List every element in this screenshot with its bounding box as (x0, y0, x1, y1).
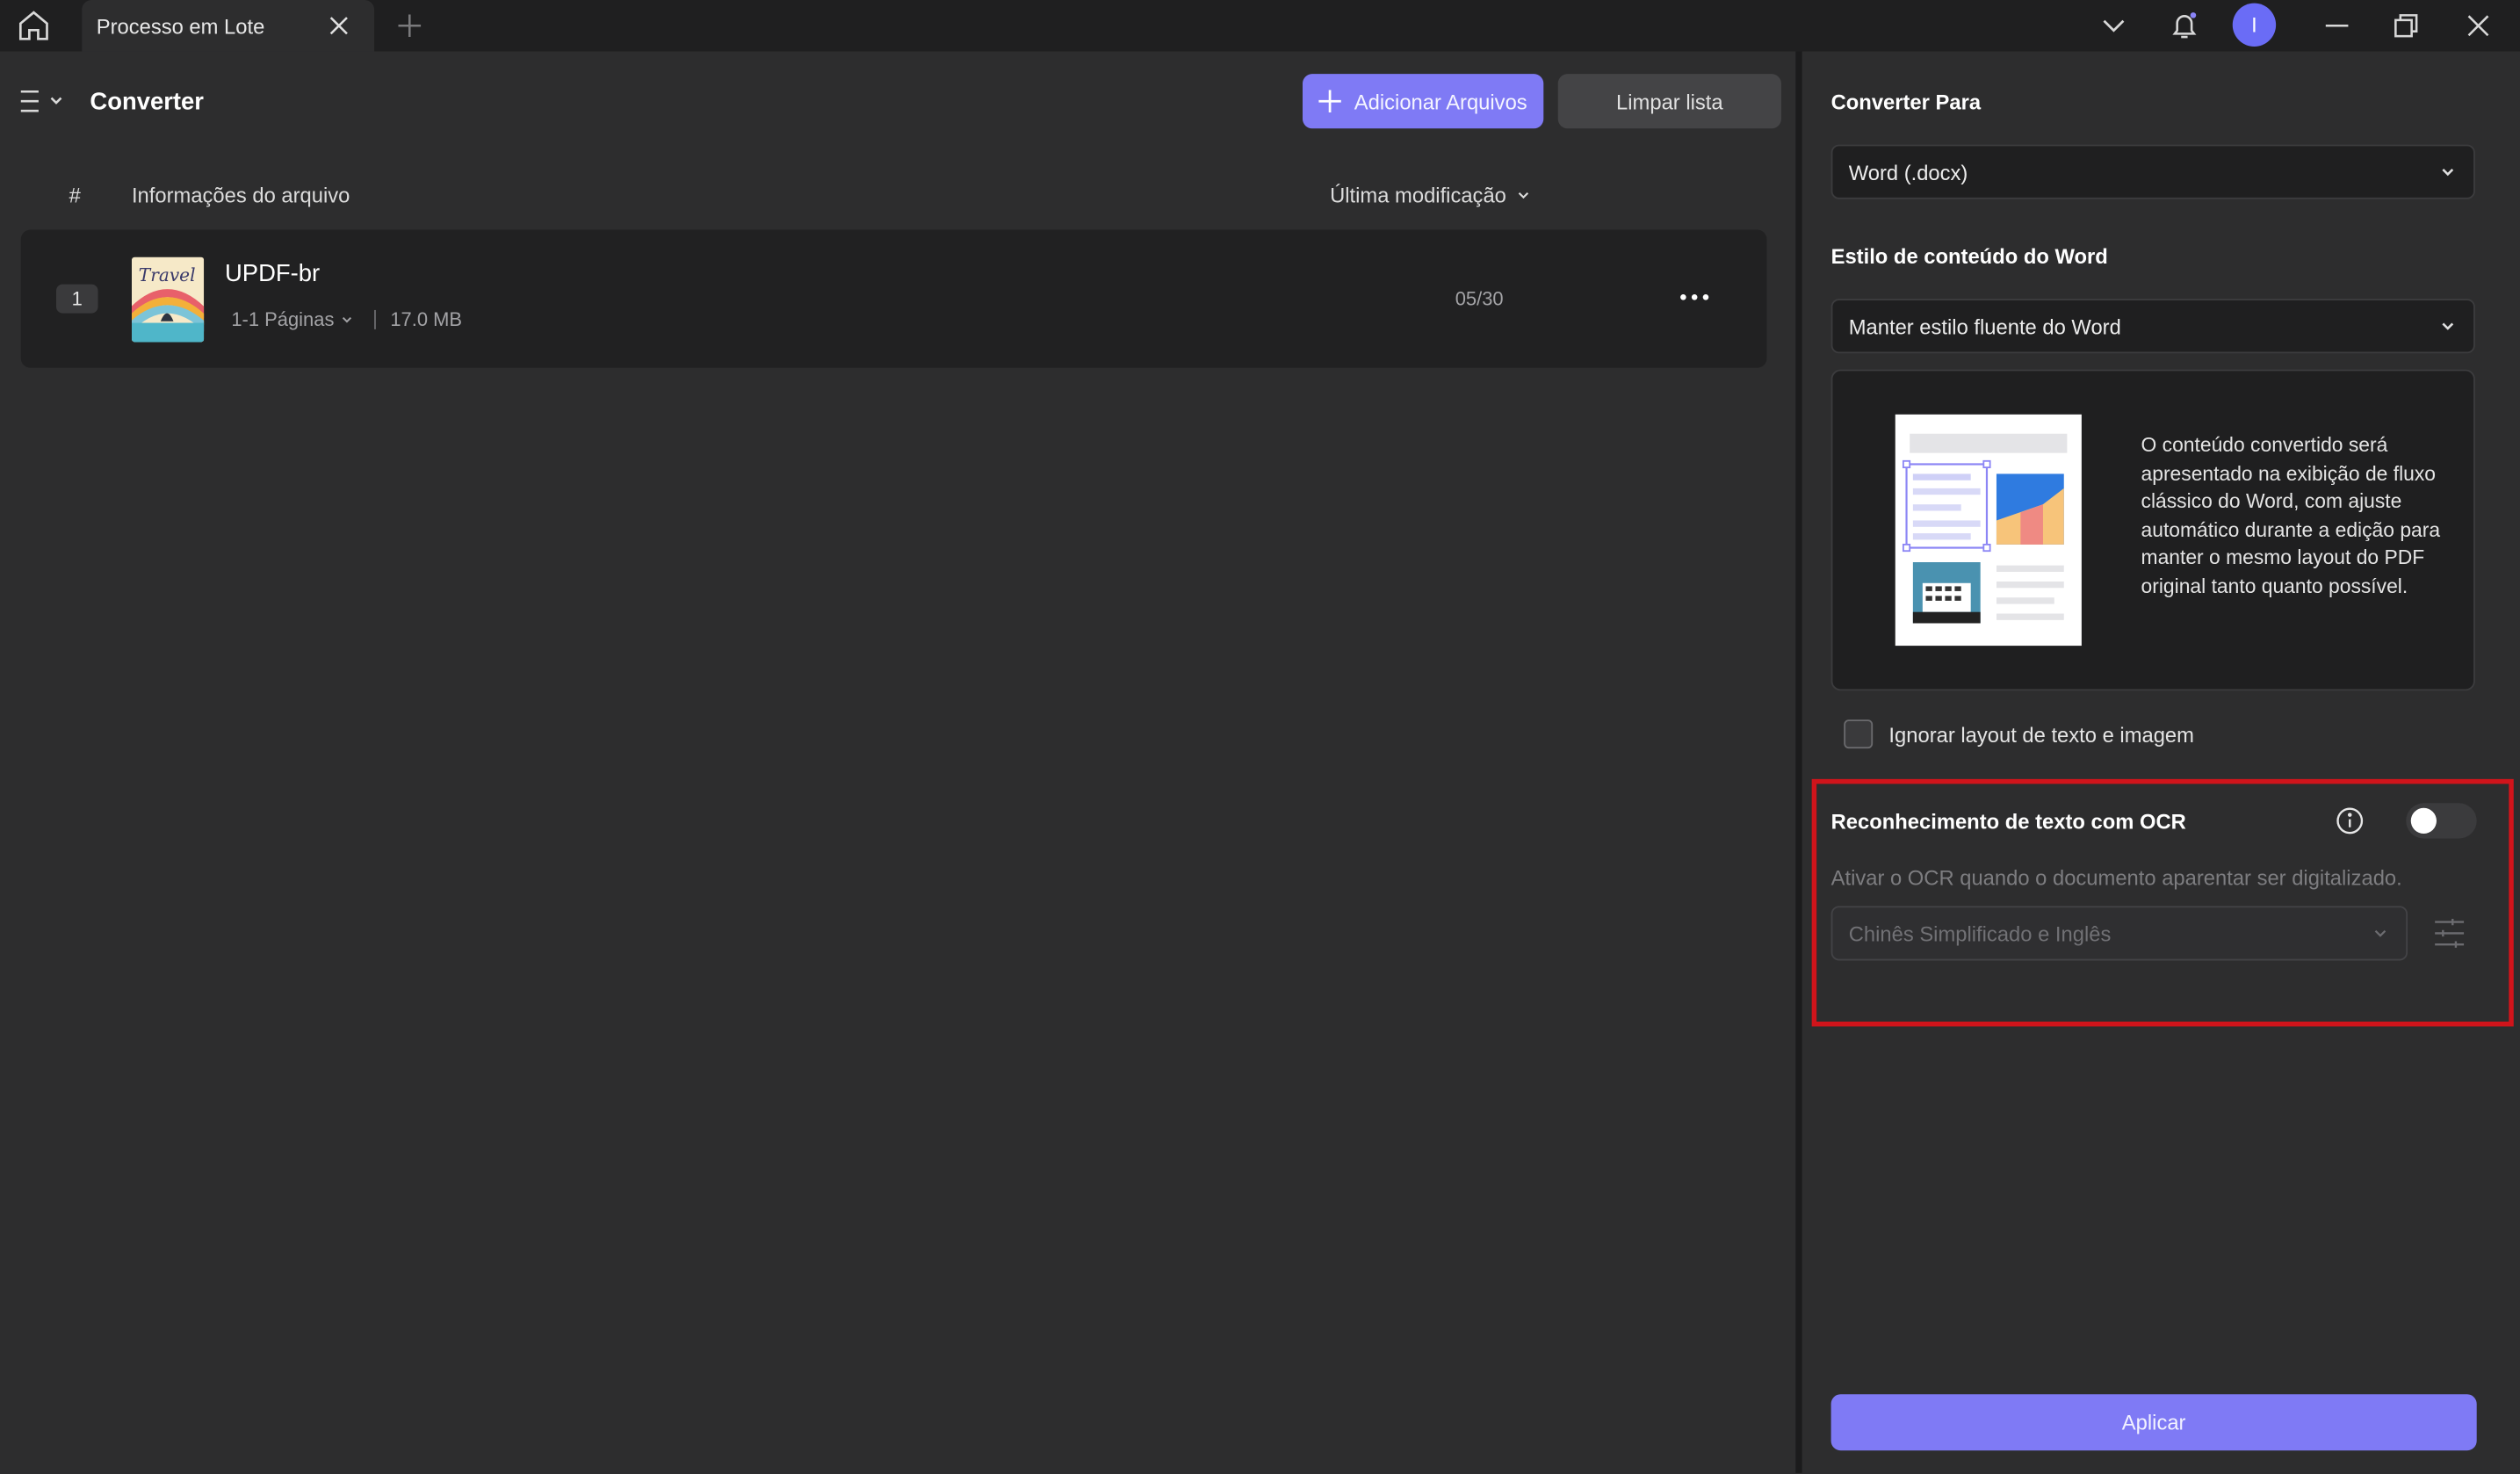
page-range-label: 1-1 Páginas (231, 308, 335, 331)
title-bar: Processo em Lote I (0, 0, 2520, 52)
thumbnail-title: Travel (139, 264, 196, 285)
file-name: UPDF-br (225, 260, 321, 288)
minimize-button[interactable] (2321, 10, 2353, 42)
tab-label: Processo em Lote (96, 14, 265, 39)
file-size: 17.0 MB (390, 308, 463, 331)
close-window-button[interactable] (2462, 10, 2495, 42)
more-options-button[interactable] (1679, 281, 1711, 314)
restore-button[interactable] (2390, 10, 2423, 42)
restore-icon (2394, 14, 2418, 38)
close-tab-button[interactable] (326, 13, 351, 39)
row-index-badge: 1 (56, 284, 98, 314)
new-tab-button[interactable] (397, 13, 422, 39)
ignore-layout-label: Ignorar layout de texto e imagem (1888, 722, 2194, 748)
table-row[interactable]: 1 Travel UPDF-br 1-1 Páginas 17.0 MB 05/… (20, 229, 1767, 368)
avatar[interactable]: I (2232, 3, 2277, 47)
bell-icon (2172, 12, 2197, 39)
pane-divider[interactable] (1795, 51, 1802, 1473)
column-header-index: # (69, 183, 81, 207)
avatar-initial: I (2251, 12, 2257, 38)
file-list-pane: Converter Adicionar Arquivos Limpar list… (0, 51, 1796, 1473)
style-description: O conteúdo convertido será apresentado n… (2141, 433, 2441, 598)
sort-last-modified[interactable]: Última modificação (1330, 183, 1531, 207)
dropdown-button[interactable] (2098, 10, 2130, 42)
plus-icon (1318, 90, 1342, 113)
format-select[interactable]: Word (.docx) (1830, 144, 2475, 199)
word-style-select-value: Manter estilo fluente do Word (1848, 314, 2121, 339)
divider (374, 309, 376, 329)
chevron-down-icon (2442, 322, 2454, 330)
column-header-last-modified: Última modificação (1330, 183, 1506, 207)
add-files-label: Adicionar Arquivos (1354, 89, 1527, 113)
hamburger-menu-icon (20, 90, 62, 112)
clear-list-label: Limpar lista (1616, 89, 1723, 113)
clear-list-button[interactable]: Limpar lista (1557, 74, 1781, 129)
minimize-icon (2325, 24, 2349, 27)
close-icon (2467, 15, 2489, 37)
chevron-down-icon (343, 316, 352, 323)
notifications-button[interactable] (2169, 10, 2201, 42)
file-date: 05/30 (1455, 287, 1504, 310)
convert-to-label: Converter Para (1830, 90, 1982, 114)
page-range-select[interactable]: 1-1 Páginas (231, 308, 354, 331)
style-preview-card: O conteúdo convertido será apresentado n… (1830, 369, 2475, 691)
more-horizontal-icon (1680, 293, 1709, 300)
format-select-value: Word (.docx) (1848, 160, 1968, 185)
home-icon (18, 11, 48, 40)
apply-label: Aplicar (2121, 1410, 2186, 1434)
document-illustration (1895, 414, 2082, 647)
page-title: Converter (90, 88, 204, 116)
add-files-button[interactable]: Adicionar Arquivos (1302, 74, 1544, 129)
file-thumbnail: Travel (131, 257, 205, 343)
chevron-down-icon (2442, 169, 2454, 177)
word-style-select[interactable]: Manter estilo fluente do Word (1830, 299, 2475, 354)
plus-icon (398, 14, 422, 38)
tab-batch-process[interactable]: Processo em Lote (82, 0, 375, 52)
menu-button[interactable] (19, 87, 68, 116)
ignore-layout-checkbox[interactable] (1844, 719, 1874, 749)
close-icon (329, 17, 348, 35)
ocr-highlight-box (1811, 778, 2514, 1027)
word-style-label: Estilo de conteúdo do Word (1830, 243, 2108, 269)
apply-button[interactable]: Aplicar (1830, 1394, 2477, 1451)
chevron-down-icon (2103, 19, 2125, 33)
chevron-down-icon (1519, 191, 1529, 199)
home-button[interactable] (13, 6, 55, 45)
column-header-file-info: Informações do arquivo (131, 183, 350, 207)
settings-panel: Converter Para Word (.docx) Estilo de co… (1802, 51, 2520, 1473)
